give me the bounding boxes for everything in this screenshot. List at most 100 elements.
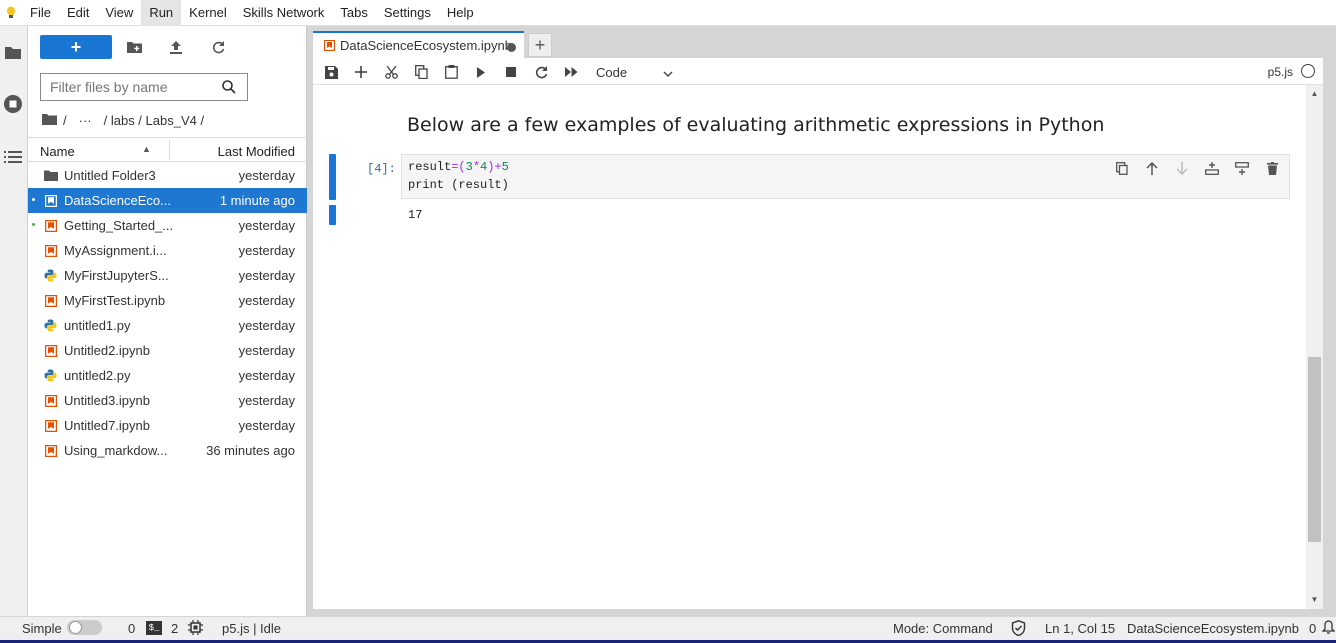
notebook-icon bbox=[43, 443, 58, 458]
new-folder-icon[interactable] bbox=[124, 37, 144, 57]
column-name-header[interactable]: Name bbox=[40, 144, 75, 159]
tab-notebook[interactable]: DataScienceEcosystem.ipynb bbox=[313, 31, 524, 58]
file-filter-search[interactable] bbox=[40, 73, 248, 101]
file-list-header: Name ▲ Last Modified bbox=[28, 137, 307, 162]
code-line: result=(3*4)+5 bbox=[408, 160, 509, 174]
breadcrumb-path[interactable]: / labs / Labs_V4 / bbox=[104, 113, 204, 128]
notebook-icon bbox=[43, 418, 58, 433]
kernel-chip-icon[interactable] bbox=[188, 620, 203, 638]
paste-icon[interactable] bbox=[441, 62, 461, 82]
simple-mode-label: Simple bbox=[22, 621, 62, 636]
breadcrumb-ellipsis[interactable]: ··· bbox=[79, 113, 92, 128]
file-name: Untitled7.ipynb bbox=[64, 418, 150, 433]
cell-prompt: [4]: bbox=[367, 162, 396, 176]
kernels-count[interactable]: 2 bbox=[171, 621, 178, 636]
save-icon[interactable] bbox=[321, 62, 341, 82]
file-row[interactable]: Untitled Folder3 yesterday bbox=[28, 163, 307, 188]
menu-file[interactable]: File bbox=[22, 0, 59, 26]
file-browser: + / ··· / labs / Labs_V4 / Name ▲ Last M… bbox=[28, 26, 307, 616]
left-sidebar bbox=[0, 26, 28, 616]
kernel-name[interactable]: p5.js bbox=[1268, 65, 1293, 79]
move-cell-up-icon[interactable] bbox=[1143, 159, 1161, 177]
cut-icon[interactable] bbox=[381, 62, 401, 82]
terminals-count[interactable]: 0 bbox=[128, 621, 135, 636]
menu-help[interactable]: Help bbox=[439, 0, 482, 26]
stop-icon[interactable] bbox=[501, 62, 521, 82]
menu-run[interactable]: Run bbox=[141, 0, 182, 26]
column-divider[interactable] bbox=[169, 140, 170, 160]
active-cell-input-bar[interactable] bbox=[329, 154, 336, 200]
fast-forward-icon[interactable] bbox=[561, 62, 581, 82]
code-cell-editor[interactable]: result=(3*4)+5 print (result) bbox=[401, 154, 1290, 199]
notebook-icon bbox=[43, 343, 58, 358]
file-row[interactable]: Untitled7.ipynb yesterday bbox=[28, 413, 307, 438]
active-cell-output-bar[interactable] bbox=[329, 205, 336, 225]
run-icon[interactable] bbox=[471, 62, 491, 82]
trusted-shield-icon[interactable] bbox=[1011, 620, 1026, 639]
file-modified: 36 minutes ago bbox=[206, 443, 295, 458]
scroll-up-icon[interactable]: ▲ bbox=[1310, 89, 1319, 98]
new-launcher-button[interactable]: + bbox=[40, 35, 112, 59]
home-folder-icon[interactable] bbox=[42, 113, 57, 128]
search-icon[interactable] bbox=[217, 80, 241, 94]
menu-settings[interactable]: Settings bbox=[376, 0, 439, 26]
menu-kernel[interactable]: Kernel bbox=[181, 0, 235, 26]
file-row[interactable]: Using_markdow... 36 minutes ago bbox=[28, 438, 307, 463]
insert-cell-icon[interactable] bbox=[351, 62, 371, 82]
file-row[interactable]: Getting_Started_... yesterday bbox=[28, 213, 307, 238]
insert-cell-above-icon[interactable] bbox=[1203, 159, 1221, 177]
file-row[interactable]: untitled1.py yesterday bbox=[28, 313, 307, 338]
search-input[interactable] bbox=[41, 79, 217, 95]
file-modified: yesterday bbox=[238, 368, 295, 383]
upload-icon[interactable] bbox=[166, 37, 186, 57]
notification-count[interactable]: 0 bbox=[1309, 621, 1316, 636]
cursor-position[interactable]: Ln 1, Col 15 bbox=[1045, 621, 1115, 636]
cell-type-value: Code bbox=[596, 64, 628, 80]
notebook-icon bbox=[43, 393, 58, 408]
insert-cell-below-icon[interactable] bbox=[1233, 159, 1251, 177]
menu-tabs[interactable]: Tabs bbox=[332, 0, 375, 26]
copy-icon[interactable] bbox=[411, 62, 431, 82]
table-of-contents-icon[interactable] bbox=[2, 146, 24, 168]
kernel-status-idle-icon bbox=[1301, 64, 1315, 78]
delete-cell-icon[interactable] bbox=[1263, 159, 1281, 177]
restart-kernel-icon[interactable] bbox=[531, 62, 551, 82]
notebook-icon bbox=[43, 193, 58, 208]
refresh-icon[interactable] bbox=[208, 37, 228, 57]
file-modified: yesterday bbox=[238, 268, 295, 283]
menu-view[interactable]: View bbox=[97, 0, 141, 26]
move-cell-down-icon[interactable] bbox=[1173, 159, 1191, 177]
file-row[interactable]: MyAssignment.i... yesterday bbox=[28, 238, 307, 263]
cell-type-dropdown[interactable]: Code bbox=[596, 62, 676, 82]
column-modified-header[interactable]: Last Modified bbox=[218, 144, 295, 159]
notification-bell-icon[interactable] bbox=[1321, 620, 1336, 638]
duplicate-cell-icon[interactable] bbox=[1113, 159, 1131, 177]
running-stop-icon[interactable] bbox=[2, 93, 24, 115]
notebook-icon bbox=[43, 243, 58, 258]
folder-icon[interactable] bbox=[2, 41, 24, 63]
file-name: MyFirstJupyterS... bbox=[64, 268, 169, 283]
code-line: print (result) bbox=[408, 178, 509, 192]
file-row[interactable]: MyFirstTest.ipynb yesterday bbox=[28, 288, 307, 313]
file-row[interactable]: Untitled2.ipynb yesterday bbox=[28, 338, 307, 363]
breadcrumb-root[interactable]: / bbox=[63, 113, 67, 128]
running-indicator-icon bbox=[32, 198, 35, 201]
scroll-thumb[interactable] bbox=[1308, 357, 1321, 542]
status-filename: DataScienceEcosystem.ipynb bbox=[1127, 621, 1299, 636]
document-tab-bar: DataScienceEcosystem.ipynb + bbox=[313, 31, 552, 58]
file-name: Untitled2.ipynb bbox=[64, 343, 150, 358]
menu-skills-network[interactable]: Skills Network bbox=[235, 0, 333, 26]
unsaved-dot-icon[interactable] bbox=[507, 43, 516, 52]
menu-edit[interactable]: Edit bbox=[59, 0, 97, 26]
file-row[interactable]: Untitled3.ipynb yesterday bbox=[28, 388, 307, 413]
notebook-scrollbar[interactable]: ▲ ▼ bbox=[1306, 85, 1323, 609]
simple-mode-toggle[interactable] bbox=[67, 620, 102, 635]
file-row[interactable]: MyFirstJupyterS... yesterday bbox=[28, 263, 307, 288]
file-row[interactable]: untitled2.py yesterday bbox=[28, 363, 307, 388]
terminal-icon[interactable]: $_ bbox=[146, 621, 162, 635]
kernel-status-text[interactable]: p5.js | Idle bbox=[222, 621, 281, 636]
file-row[interactable]: DataScienceEco... 1 minute ago bbox=[28, 188, 307, 213]
add-tab-button[interactable]: + bbox=[528, 33, 552, 57]
notebook-icon bbox=[323, 40, 335, 52]
scroll-down-icon[interactable]: ▼ bbox=[1310, 595, 1319, 604]
